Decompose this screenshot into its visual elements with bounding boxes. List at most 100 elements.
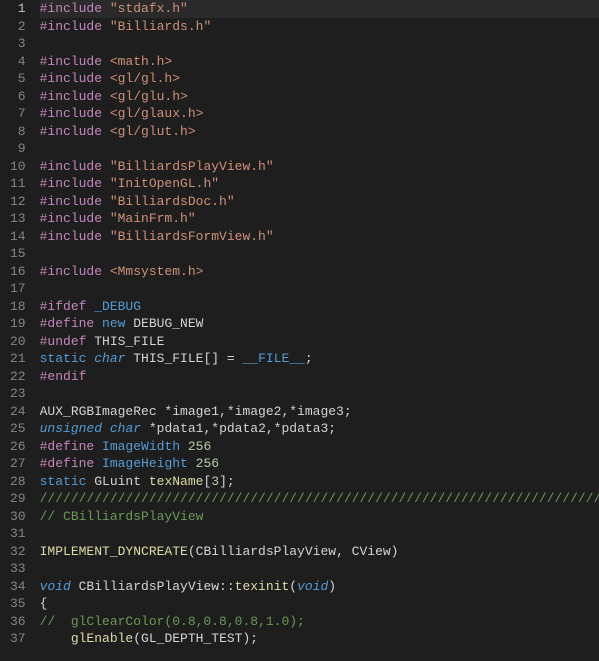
token-id: CBilliardsPlayView:: [71, 579, 235, 594]
code-line[interactable] [40, 385, 599, 403]
code-line[interactable]: #undef THIS_FILE [40, 333, 599, 351]
token-id: { [40, 596, 48, 611]
line-number: 3 [10, 35, 26, 53]
token-mac: ImageHeight [102, 456, 188, 471]
code-line[interactable]: #include <gl/glut.h> [40, 123, 599, 141]
token-str: <gl/gl.h> [110, 71, 180, 86]
token-pp: #include [40, 211, 110, 226]
token-pp: #include [40, 159, 110, 174]
token-pp: #include [40, 106, 110, 121]
code-line[interactable]: #include <math.h> [40, 53, 599, 71]
code-line[interactable]: #ifdef _DEBUG [40, 298, 599, 316]
line-number: 23 [10, 385, 26, 403]
code-line[interactable]: #include "BilliardsDoc.h" [40, 193, 599, 211]
code-line[interactable]: #define ImageWidth 256 [40, 438, 599, 456]
token-cmt: // CBilliardsPlayView [40, 509, 204, 524]
code-line[interactable]: #include <gl/glu.h> [40, 88, 599, 106]
code-line[interactable]: #include <gl/glaux.h> [40, 105, 599, 123]
line-number: 21 [10, 350, 26, 368]
token-id: DEBUG_NEW [125, 316, 203, 331]
code-line[interactable]: #include "BilliardsFormView.h" [40, 228, 599, 246]
line-number: 31 [10, 525, 26, 543]
token-str: "BilliardsDoc.h" [110, 194, 235, 209]
line-number: 9 [10, 140, 26, 158]
code-line[interactable]: AUX_RGBImageRec *image1,*image2,*image3; [40, 403, 599, 421]
code-line[interactable]: #endif [40, 368, 599, 386]
code-line[interactable]: #include "MainFrm.h" [40, 210, 599, 228]
token-pp: #define [40, 456, 102, 471]
code-line[interactable] [40, 280, 599, 298]
line-number: 11 [10, 175, 26, 193]
code-line[interactable]: IMPLEMENT_DYNCREATE(CBilliardsPlayView, … [40, 543, 599, 561]
code-line[interactable]: glEnable(GL_DEPTH_TEST); [40, 630, 599, 648]
token-fn: texName [149, 474, 204, 489]
line-number: 8 [10, 123, 26, 141]
line-number: 4 [10, 53, 26, 71]
code-line[interactable]: #include "InitOpenGL.h" [40, 175, 599, 193]
token-str: <gl/glu.h> [110, 89, 188, 104]
token-pp: #include [40, 264, 110, 279]
code-line[interactable] [40, 245, 599, 263]
token-fn: glEnable [71, 631, 133, 646]
line-number: 30 [10, 508, 26, 526]
code-area[interactable]: #include "stdafx.h"#include "Billiards.h… [40, 0, 599, 661]
token-str: "stdafx.h" [110, 1, 188, 16]
token-pp: #include [40, 71, 110, 86]
code-line[interactable] [40, 560, 599, 578]
token-pp: #endif [40, 369, 87, 384]
line-number: 6 [10, 88, 26, 106]
code-line[interactable]: #include "BilliardsPlayView.h" [40, 158, 599, 176]
code-line[interactable] [40, 35, 599, 53]
token-pp: #include [40, 1, 110, 16]
token-id: AUX_RGBImageRec *image1,*image2,*image3; [40, 404, 352, 419]
code-line[interactable]: { [40, 595, 599, 613]
token-str: <math.h> [110, 54, 172, 69]
line-number: 32 [10, 543, 26, 561]
token-pp: #undef [40, 334, 95, 349]
code-line[interactable]: void CBilliardsPlayView::texinit(void) [40, 578, 599, 596]
token-str: <gl/glut.h> [110, 124, 196, 139]
token-str: "BilliardsFormView.h" [110, 229, 274, 244]
line-number: 16 [10, 263, 26, 281]
line-number: 33 [10, 560, 26, 578]
code-editor[interactable]: 1234567891011121314151617181920212223242… [0, 0, 599, 661]
token-str: "MainFrm.h" [110, 211, 196, 226]
line-number: 20 [10, 333, 26, 351]
code-line[interactable]: #define new DEBUG_NEW [40, 315, 599, 333]
code-line[interactable]: static GLuint texName[3]; [40, 473, 599, 491]
line-number: 19 [10, 315, 26, 333]
line-number: 15 [10, 245, 26, 263]
token-cmt: ////////////////////////////////////////… [40, 491, 599, 506]
code-line[interactable]: #include "stdafx.h" [40, 0, 599, 18]
token-str: <gl/glaux.h> [110, 106, 204, 121]
code-line[interactable]: #include <Mmsystem.h> [40, 263, 599, 281]
token-mac: ImageWidth [102, 439, 180, 454]
token-id: *pdata1,*pdata2,*pdata3; [141, 421, 336, 436]
line-number-gutter: 1234567891011121314151617181920212223242… [0, 0, 40, 661]
code-line[interactable]: static char THIS_FILE[] = __FILE__; [40, 350, 599, 368]
code-line[interactable]: // CBilliardsPlayView [40, 508, 599, 526]
token-ty: char [94, 351, 125, 366]
token-id [188, 456, 196, 471]
code-line[interactable]: #include <gl/gl.h> [40, 70, 599, 88]
token-kw: new [102, 316, 125, 331]
code-line[interactable]: ////////////////////////////////////////… [40, 490, 599, 508]
code-line[interactable]: unsigned char *pdata1,*pdata2,*pdata3; [40, 420, 599, 438]
token-kw: static [40, 474, 87, 489]
token-num: 3 [211, 474, 219, 489]
line-number: 37 [10, 630, 26, 648]
line-number: 18 [10, 298, 26, 316]
line-number: 1 [10, 0, 26, 18]
code-line[interactable] [40, 140, 599, 158]
code-line[interactable]: #define ImageHeight 256 [40, 455, 599, 473]
token-fn: IMPLEMENT_DYNCREATE [40, 544, 188, 559]
code-line[interactable]: // glClearColor(0.8,0.8,0.8,1.0); [40, 613, 599, 631]
token-ty: unsigned [40, 421, 102, 436]
token-ty: void [40, 579, 71, 594]
code-line[interactable]: #include "Billiards.h" [40, 18, 599, 36]
token-str: "BilliardsPlayView.h" [110, 159, 274, 174]
line-number: 7 [10, 105, 26, 123]
line-number: 27 [10, 455, 26, 473]
token-pp: #ifdef [40, 299, 95, 314]
code-line[interactable] [40, 525, 599, 543]
